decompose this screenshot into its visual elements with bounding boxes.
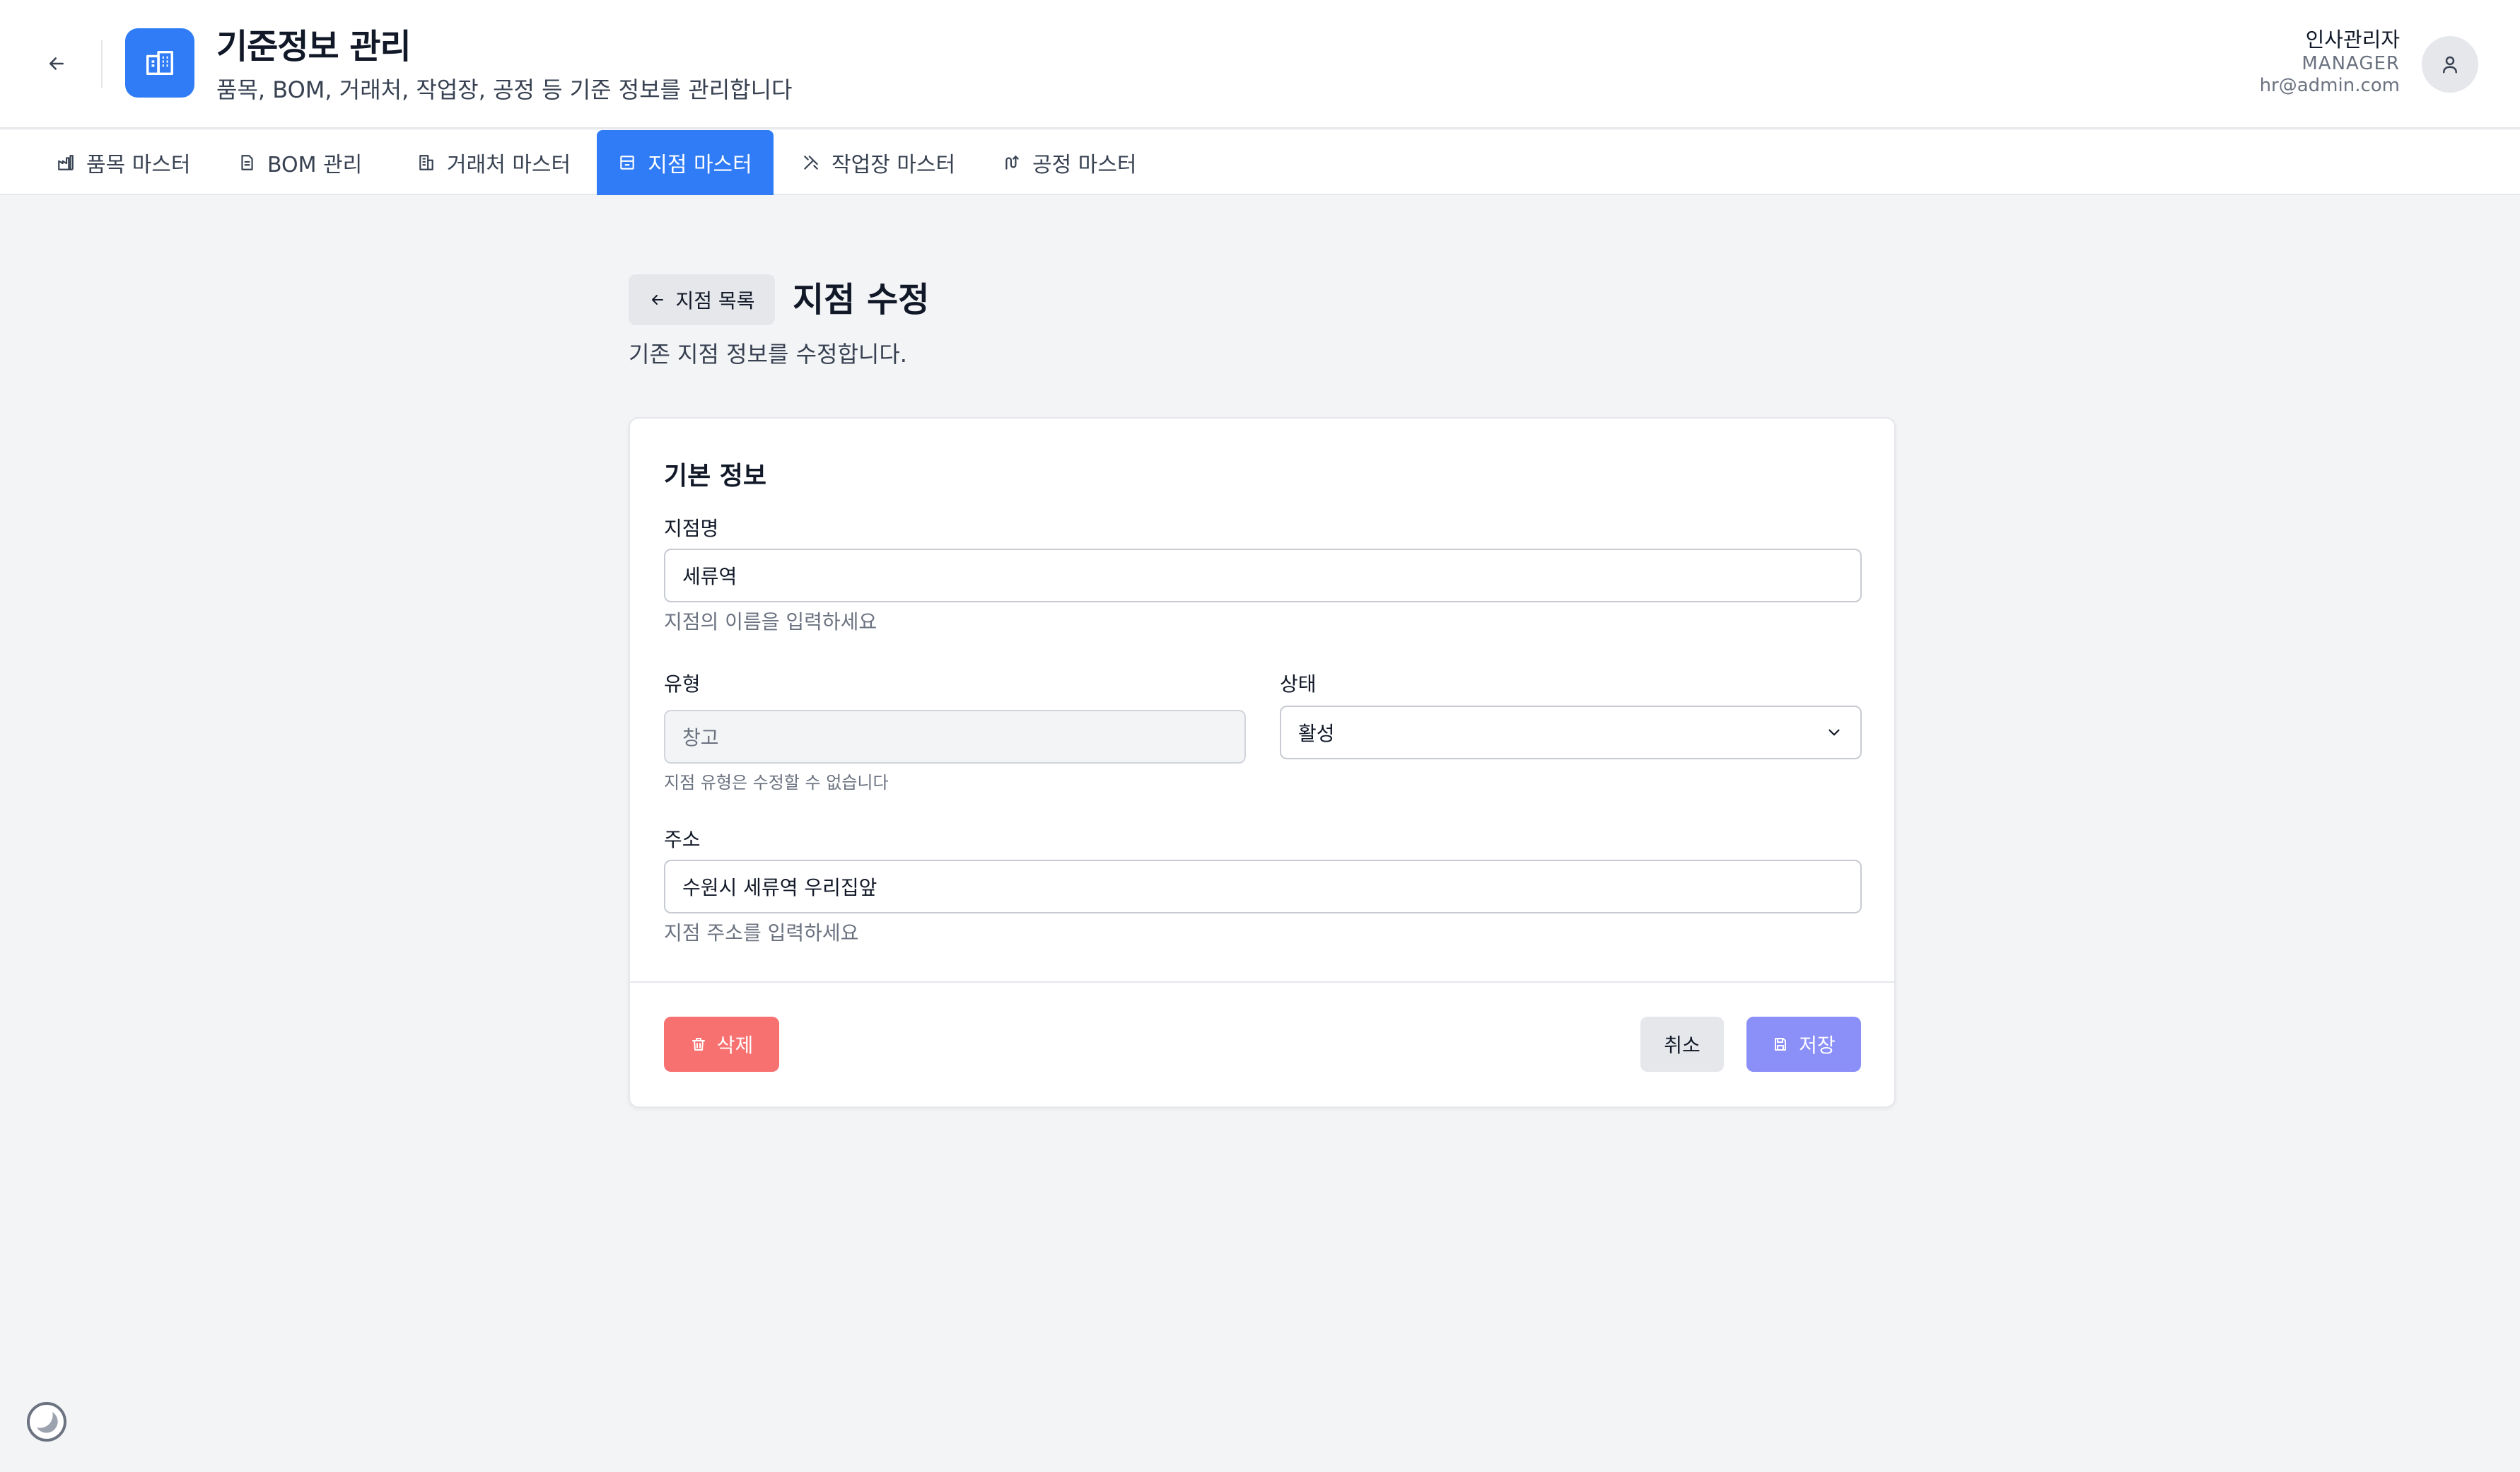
building-icon	[146, 50, 173, 76]
tab-branch-master[interactable]: 지점 마스터	[597, 130, 774, 195]
tab-partner-master[interactable]: 거래처 마스터	[417, 130, 571, 195]
back-to-list-button[interactable]: 지점 목록	[629, 274, 775, 325]
back-button[interactable]	[40, 48, 74, 79]
factory-icon	[58, 155, 74, 170]
page-title: 지점 수정	[793, 280, 930, 320]
branch-address-input[interactable]: 수원시 세류역 우리집앞	[664, 860, 1862, 913]
tools-icon	[804, 156, 818, 170]
address-label: 주소	[664, 828, 701, 851]
page-description: 기존 지점 정보를 수정합니다.	[629, 341, 907, 368]
chevron-down-icon	[1828, 729, 1840, 736]
theme-toggle-button[interactable]	[25, 1401, 68, 1443]
user-name: 인사관리자	[2305, 28, 2400, 52]
app-logo	[125, 28, 194, 98]
user-icon	[2443, 56, 2457, 74]
arrow-left-icon	[651, 295, 663, 305]
tab-label: 거래처 마스터	[447, 153, 571, 177]
header-divider	[101, 40, 103, 88]
type-help-text: 지점 유형은 수정할 수 없습니다	[664, 773, 889, 793]
moon-icon	[27, 1402, 66, 1442]
branch-edit-card: 기본 정보 지점명 세류역 지점의 이름을 입력하세요 유형 창고 지점 유형은…	[629, 417, 1896, 1108]
tab-label: 지점 마스터	[648, 153, 752, 177]
address-help-text: 지점 주소를 입력하세요	[664, 921, 859, 945]
type-label: 유형	[664, 672, 701, 696]
route-icon	[1005, 155, 1019, 170]
tab-label: 작업장 마스터	[832, 153, 956, 177]
card-divider	[630, 981, 1894, 983]
tab-label: 공정 마스터	[1032, 153, 1137, 177]
user-info: 인사관리자 MANAGER hr@admin.com	[2260, 27, 2400, 96]
status-value: 활성	[1298, 722, 1335, 745]
app-header: 기준정보 관리 품목, BOM, 거래처, 작업장, 공정 등 기준 정보를 관…	[0, 0, 2520, 129]
name-help-text: 지점의 이름을 입력하세요	[664, 610, 877, 633]
tab-process-master[interactable]: 공정 마스터	[1003, 130, 1137, 195]
user-email: hr@admin.com	[2259, 75, 2400, 96]
arrow-left-icon	[49, 57, 64, 70]
document-icon	[241, 155, 253, 170]
tab-bar: 품목 마스터 BOM 관리 거래처 마스터 지점 마스터 작업장 마스터 공정 …	[0, 130, 2520, 195]
app-title: 기준정보 관리	[216, 27, 412, 66]
save-label: 저장	[1799, 1034, 1836, 1057]
delete-label: 삭제	[716, 1034, 754, 1057]
save-icon	[1775, 1038, 1787, 1051]
trash-icon	[692, 1038, 705, 1051]
name-label: 지점명	[664, 517, 719, 540]
branch-name-input[interactable]: 세류역	[664, 549, 1862, 602]
tab-label: BOM 관리	[267, 153, 363, 177]
section-title: 기본 정보	[664, 462, 767, 491]
cancel-button[interactable]: 취소	[1640, 1017, 1724, 1072]
building-icon	[419, 155, 433, 170]
branch-type-input: 창고	[664, 710, 1246, 764]
save-button[interactable]: 저장	[1746, 1017, 1861, 1072]
tab-workshop-master[interactable]: 작업장 마스터	[802, 130, 955, 195]
avatar[interactable]	[2422, 36, 2478, 93]
user-role: MANAGER	[2302, 53, 2400, 74]
status-label: 상태	[1280, 672, 1317, 696]
tab-bom[interactable]: BOM 관리	[238, 130, 362, 195]
tab-label: 품목 마스터	[86, 153, 191, 177]
tab-item-master[interactable]: 품목 마스터	[57, 130, 191, 195]
delete-button[interactable]: 삭제	[664, 1017, 779, 1072]
cancel-label: 취소	[1664, 1034, 1701, 1057]
status-select[interactable]: 활성	[1280, 706, 1862, 759]
store-icon	[620, 156, 634, 170]
app-subtitle: 품목, BOM, 거래처, 작업장, 공정 등 기준 정보를 관리합니다	[216, 76, 793, 103]
back-to-list-label: 지점 목록	[675, 289, 755, 312]
